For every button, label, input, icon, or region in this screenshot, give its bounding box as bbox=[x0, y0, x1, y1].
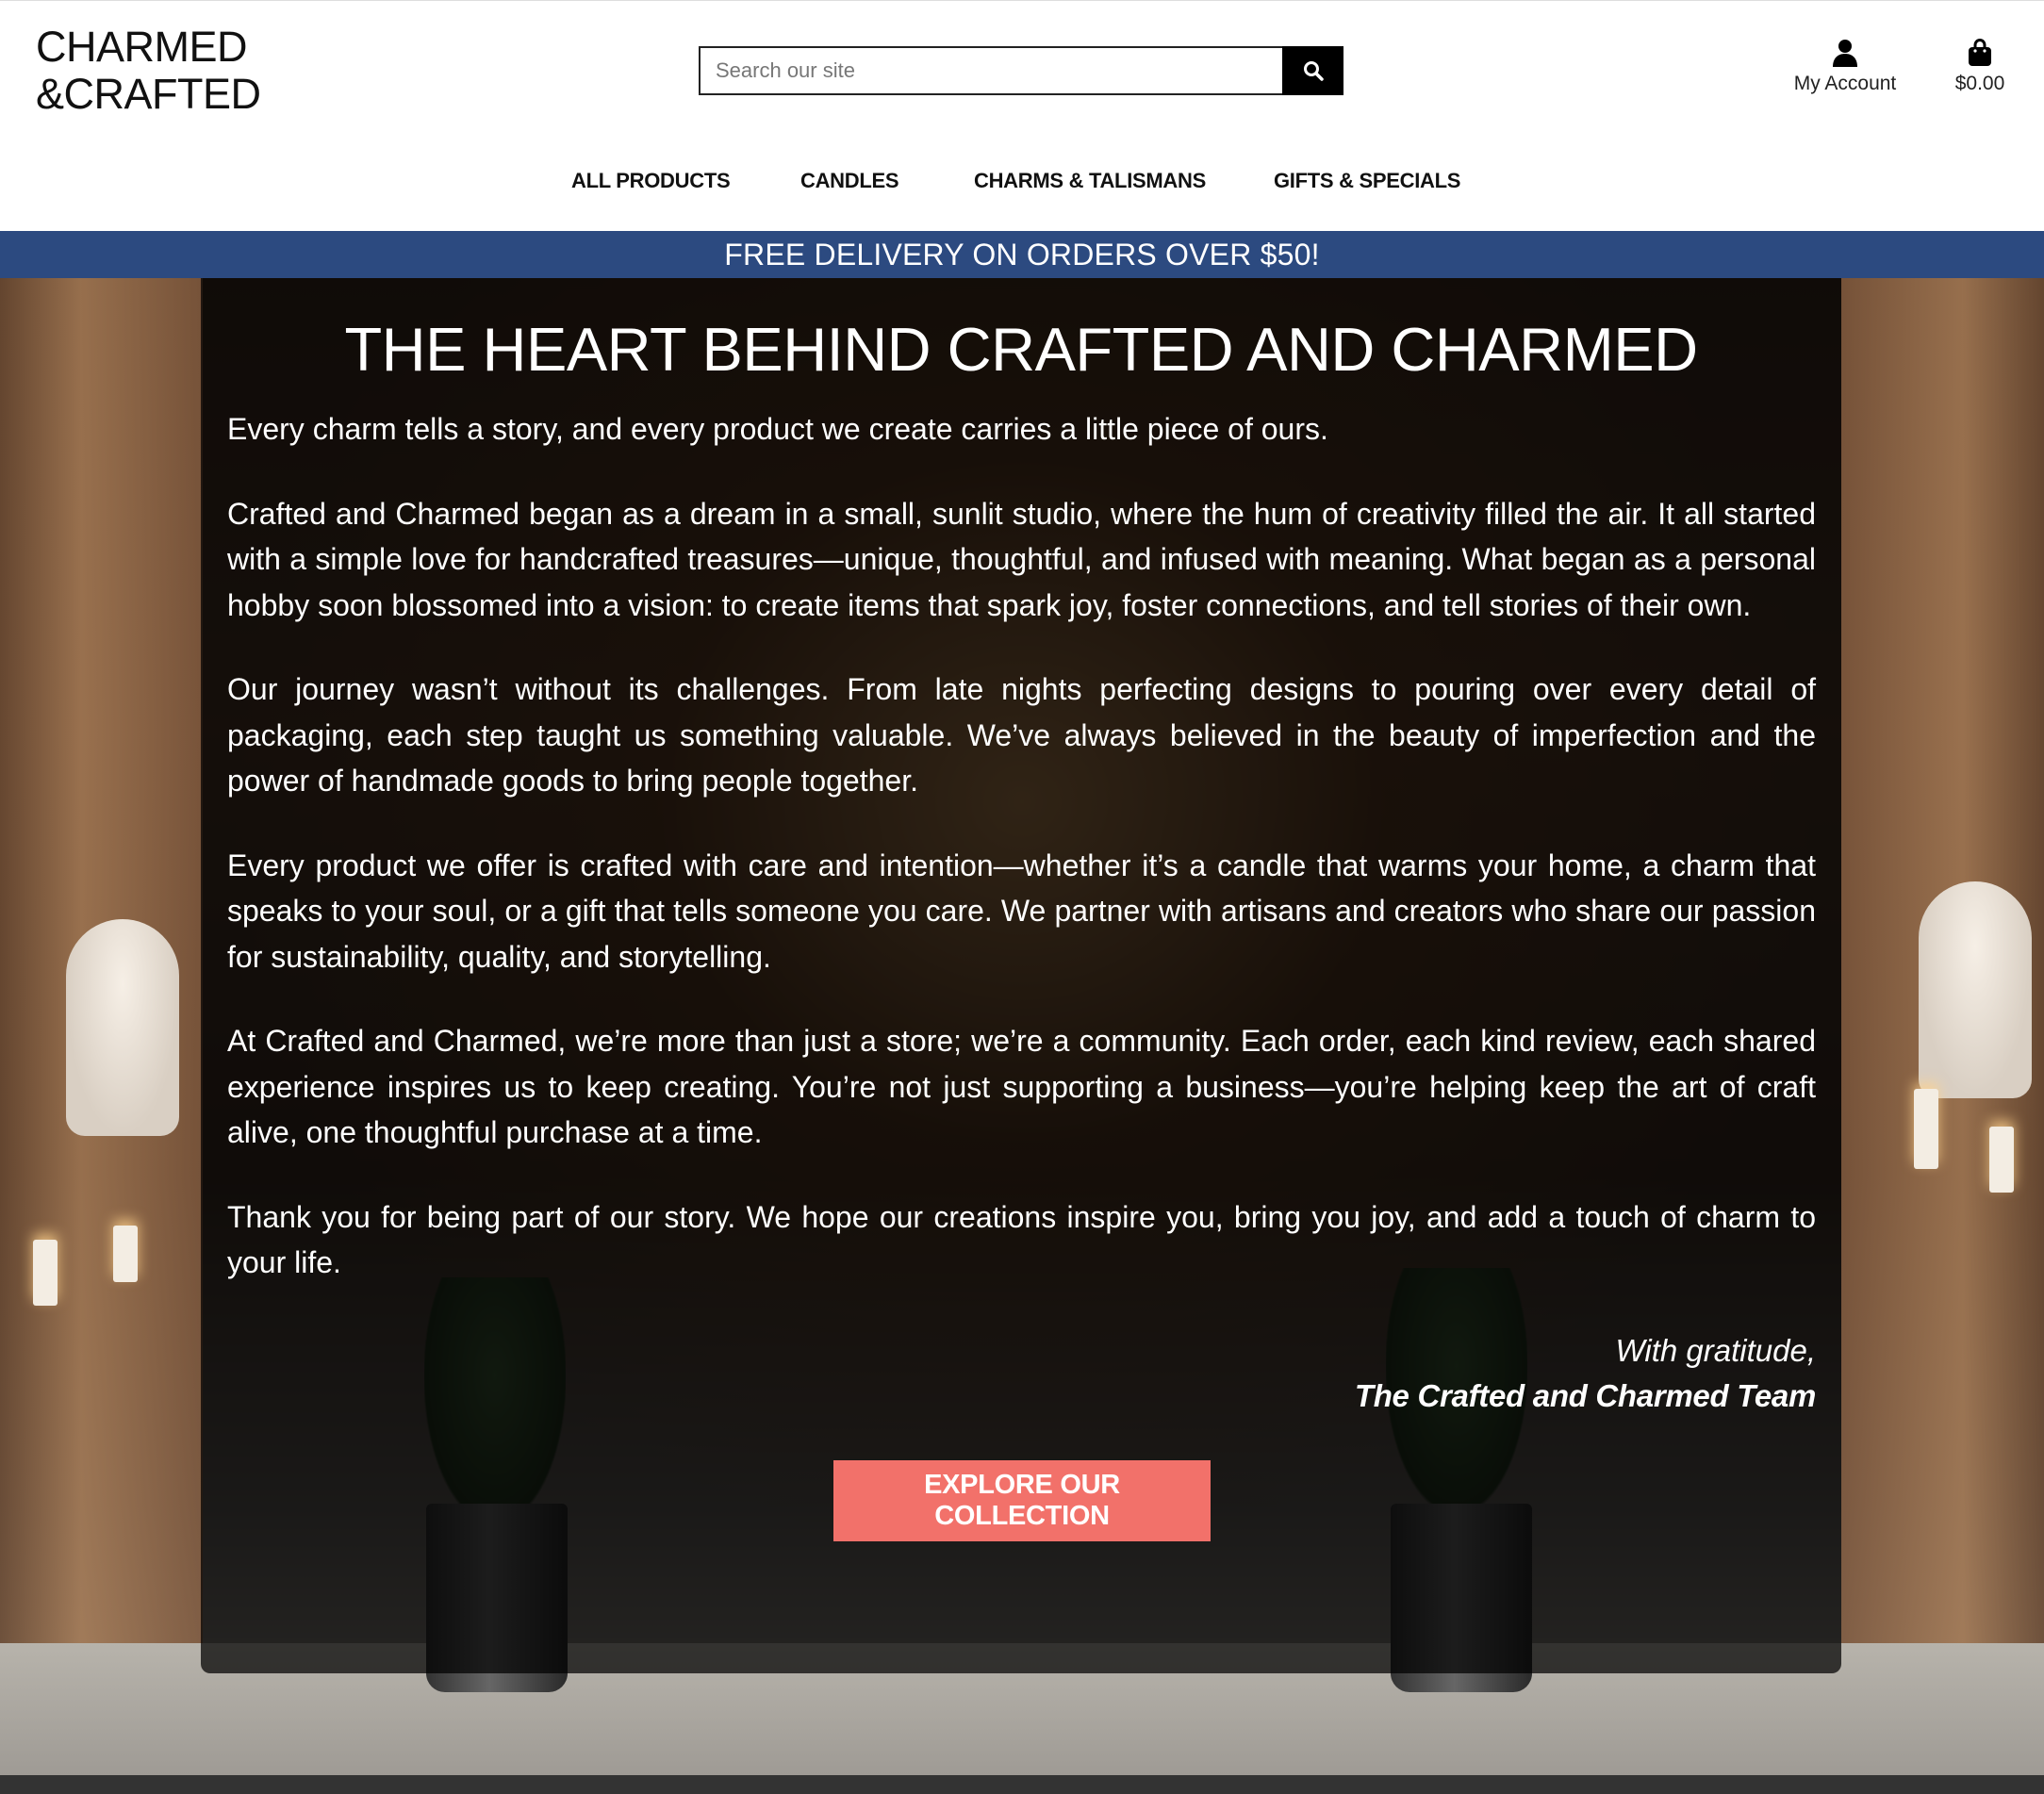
candle bbox=[33, 1240, 58, 1306]
about-story: Every charm tells a story, and every pro… bbox=[227, 406, 1816, 1325]
nav-charms-talismans[interactable]: CHARMS & TALISMANS bbox=[974, 169, 1206, 193]
story-paragraph: Every product we offer is crafted with c… bbox=[227, 848, 1816, 974]
signoff-text: With gratitude, bbox=[1615, 1333, 1816, 1368]
signature: With gratitude, The Crafted and Charmed … bbox=[1355, 1328, 1816, 1419]
cart-total: $0.00 bbox=[1954, 73, 2005, 94]
site-header: CHARMED &CRAFTED My Account $0.00 ALL PR… bbox=[0, 0, 2044, 231]
nav-candles[interactable]: CANDLES bbox=[800, 169, 899, 193]
free-delivery-banner: FREE DELIVERY ON ORDERS OVER $50! bbox=[0, 231, 2044, 278]
brand-logo[interactable]: CHARMED &CRAFTED bbox=[36, 24, 261, 118]
necklace-display-right bbox=[1919, 881, 2032, 1098]
shopping-bag-icon bbox=[1969, 39, 1991, 66]
main-nav: ALL PRODUCTS CANDLES CHARMS & TALISMANS … bbox=[0, 163, 2044, 201]
brand-line-1: CHARMED bbox=[36, 23, 248, 71]
nav-all-products[interactable]: ALL PRODUCTS bbox=[571, 169, 731, 193]
story-paragraph: At Crafted and Charmed, we’re more than … bbox=[227, 1024, 1816, 1149]
candle bbox=[1989, 1127, 2014, 1193]
search-icon bbox=[1303, 61, 1324, 81]
nav-gifts-specials[interactable]: GIFTS & SPECIALS bbox=[1274, 169, 1460, 193]
about-panel: THE HEART BEHIND CRAFTED AND CHARMED Eve… bbox=[201, 278, 1841, 1673]
brand-line-2: &CRAFTED bbox=[36, 70, 261, 118]
footer-edge bbox=[0, 1775, 2044, 1794]
necklace-display-left bbox=[66, 919, 179, 1136]
search-button[interactable] bbox=[1282, 46, 1343, 95]
user-icon bbox=[1833, 40, 1857, 67]
story-paragraph: Our journey wasn’t without its challenge… bbox=[227, 672, 1816, 798]
candle bbox=[113, 1226, 138, 1282]
about-hero: THE HEART BEHIND CRAFTED AND CHARMED Eve… bbox=[0, 278, 2044, 1775]
search-bar bbox=[699, 46, 1343, 95]
story-paragraph: Thank you for being part of our story. W… bbox=[227, 1199, 1816, 1280]
story-paragraph: Crafted and Charmed began as a dream in … bbox=[227, 496, 1816, 622]
cart-link[interactable]: $0.00 bbox=[1942, 39, 2018, 95]
my-account-link[interactable]: My Account bbox=[1784, 39, 1906, 95]
team-name: The Crafted and Charmed Team bbox=[1354, 1378, 1816, 1413]
explore-collection-button[interactable]: EXPLORE OUR COLLECTION bbox=[833, 1460, 1211, 1541]
story-paragraph: Every charm tells a story, and every pro… bbox=[227, 412, 1328, 446]
search-input[interactable] bbox=[699, 46, 1282, 95]
about-title: THE HEART BEHIND CRAFTED AND CHARMED bbox=[344, 315, 1698, 384]
candle bbox=[1914, 1089, 1938, 1169]
my-account-label: My Account bbox=[1793, 73, 1897, 94]
